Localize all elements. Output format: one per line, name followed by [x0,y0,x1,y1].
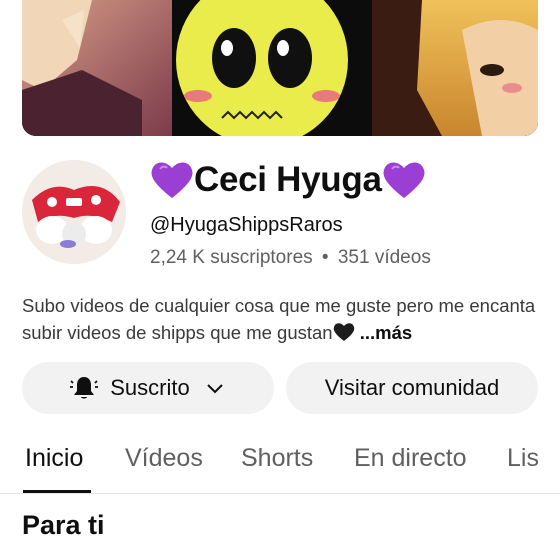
purple-heart-icon [382,160,426,200]
channel-page: Ceci Hyuga @HyugaShippsRaros 2,24 K susc… [0,0,560,560]
subscribed-label: Suscrito [110,375,190,400]
avatar-image [22,160,126,264]
section-title: Para ti [22,510,105,540]
channel-name: Ceci Hyuga [150,160,426,200]
channel-description[interactable]: Subo videos de cualquier cosa que me gus… [22,292,542,346]
tab-videos[interactable]: Vídeos [125,444,203,473]
more-link[interactable]: ...más [360,322,412,343]
description-text: Subo videos de cualquier cosa que me gus… [22,295,536,343]
tab-listas[interactable]: Lis [507,444,539,473]
visit-community-label: Visitar comunidad [324,375,500,400]
purple-heart-icon [150,160,194,200]
visit-community-button[interactable]: Visitar comunidad [286,362,538,414]
tab-inicio[interactable]: Inicio [25,444,83,473]
chevron-down-icon [207,384,223,394]
video-count: 351 vídeos [337,247,431,268]
tab-en-directo[interactable]: En directo [354,444,467,473]
channel-banner [22,0,538,136]
stats-separator: • [321,247,329,268]
active-tab-indicator [23,490,91,493]
tab-shorts[interactable]: Shorts [241,444,313,473]
banner-artwork [22,0,538,136]
subscribed-button[interactable]: Suscrito [22,362,274,414]
bell-icon [70,377,99,399]
channel-name-text: Ceci Hyuga [194,160,382,199]
channel-stats: 2,24 K suscriptores • 351 vídeos [150,247,431,269]
channel-avatar[interactable] [22,160,126,264]
channel-tabs: Inicio Vídeos Shorts En directo Lis [0,430,560,494]
black-heart-icon [333,322,355,342]
channel-handle: @HyugaShippsRaros [150,214,343,236]
subscriber-count: 2,24 K suscriptores [150,247,313,268]
